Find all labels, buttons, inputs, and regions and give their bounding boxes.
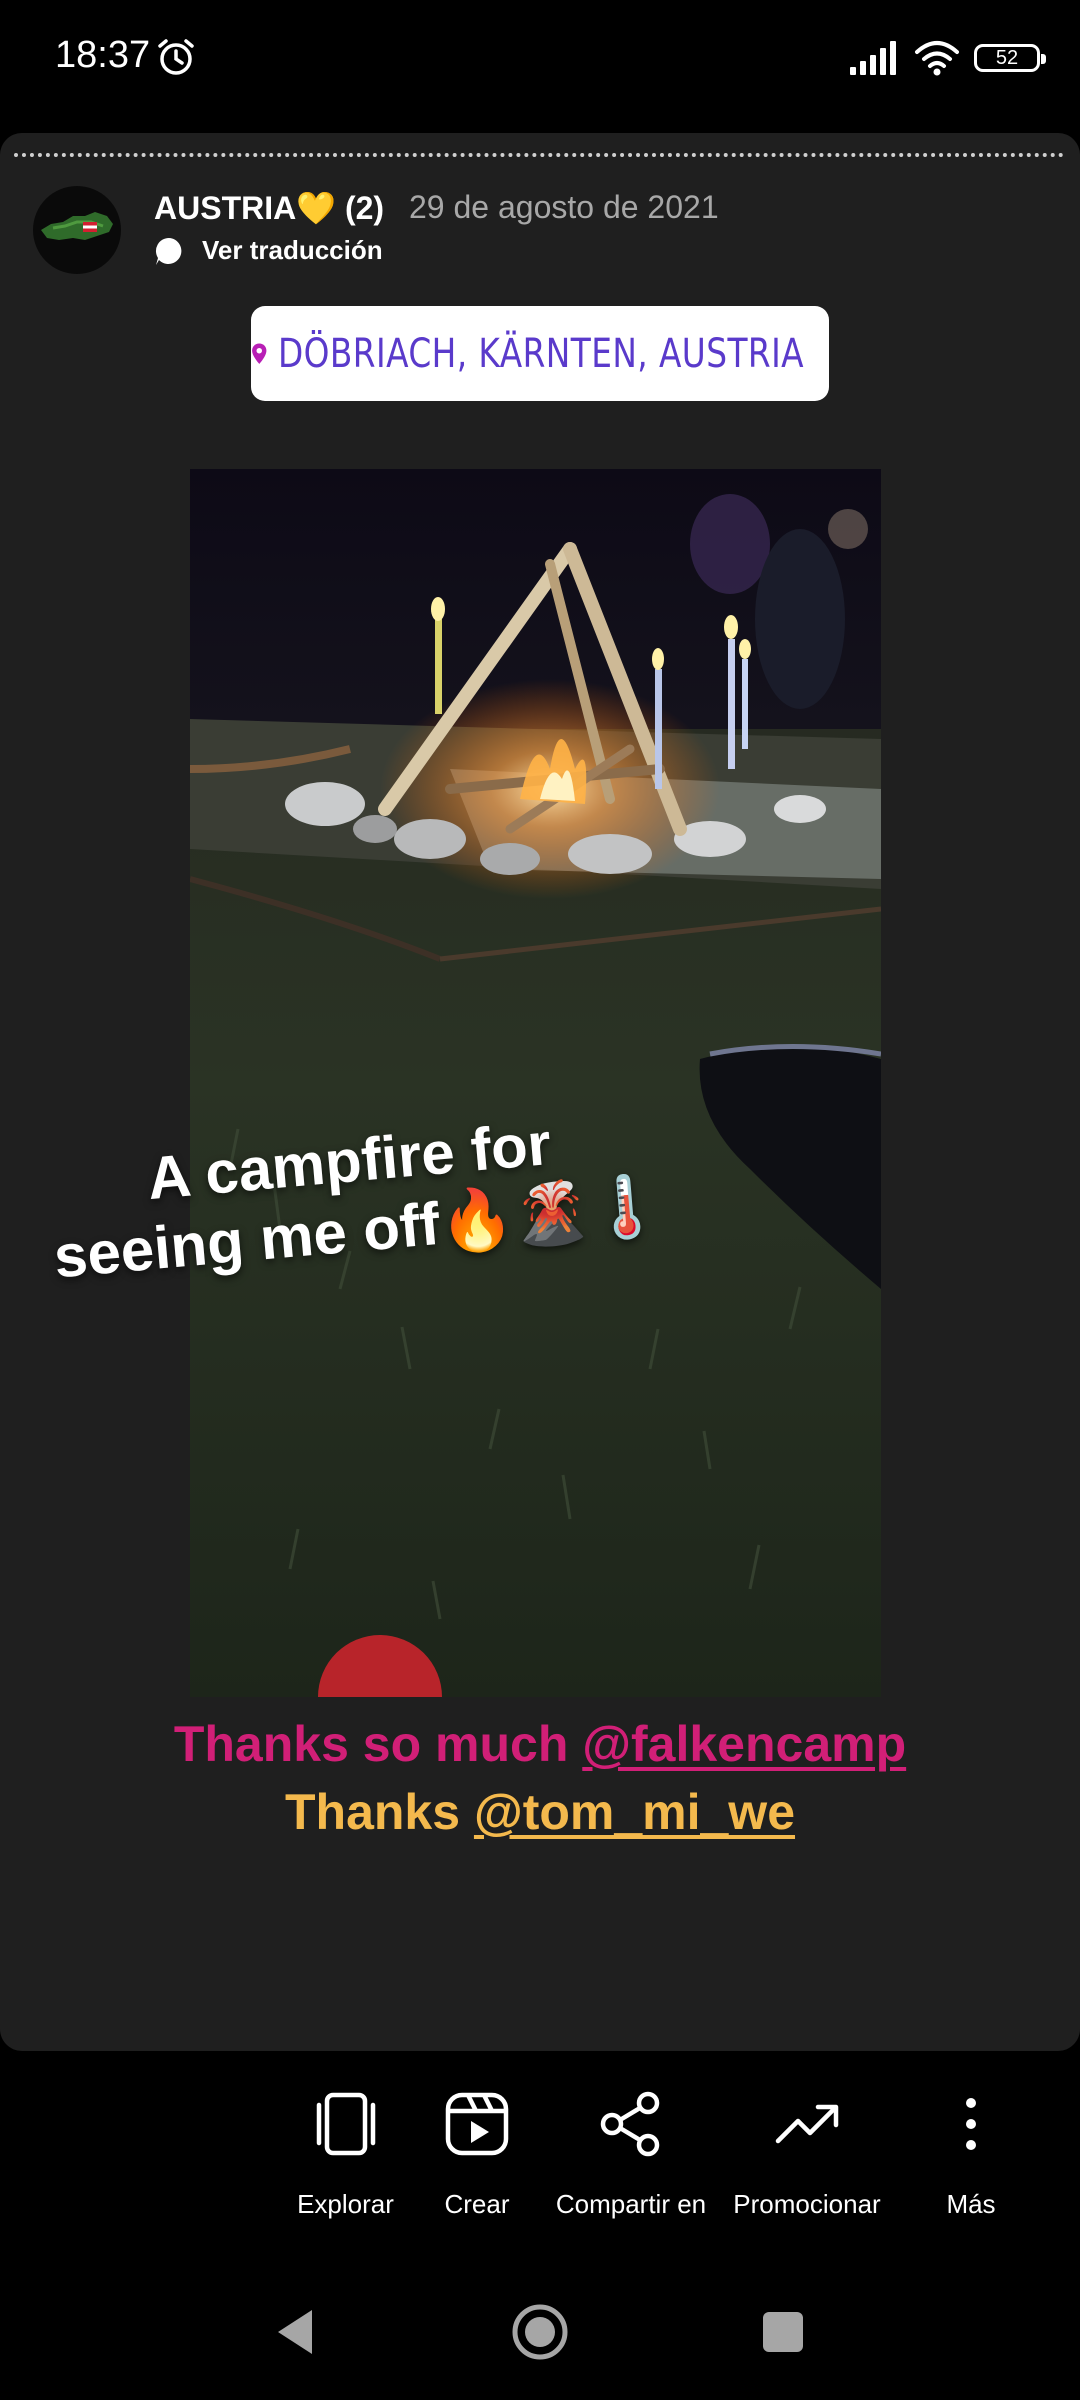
wifi-icon xyxy=(915,41,959,76)
signal-icon xyxy=(850,41,896,75)
campfire-photo xyxy=(190,469,881,1697)
more-icon xyxy=(966,2098,976,2150)
trending-icon xyxy=(775,2104,839,2144)
caption-line-1: Thanks so much @falkencamp xyxy=(0,1715,1080,1773)
action-bar: Explorar Crear Compartir en Promocionar … xyxy=(0,2055,1080,2235)
share-button[interactable]: Compartir en xyxy=(554,2089,708,2220)
status-bar: 18:37 52 xyxy=(0,0,1080,120)
mention-tom-mi-we[interactable]: @tom_mi_we xyxy=(474,1784,795,1840)
avatar[interactable] xyxy=(33,186,121,274)
chat-bubble-icon xyxy=(155,237,182,265)
more-button[interactable]: Más xyxy=(936,2089,1006,2220)
location-sticker[interactable]: DÖBRIACH, KÄRNTEN, AUSTRIA xyxy=(251,306,829,401)
recents-icon[interactable] xyxy=(763,2312,803,2352)
battery-icon: 52 xyxy=(974,44,1046,72)
explore-icon xyxy=(316,2092,375,2156)
create-button[interactable]: Crear xyxy=(433,2089,521,2220)
home-icon[interactable] xyxy=(510,2302,570,2362)
more-label: Más xyxy=(946,2189,996,2219)
system-navigation-bar xyxy=(0,2270,1080,2400)
story-date: 29 de agosto de 2021 xyxy=(409,189,719,225)
austria-map-icon xyxy=(41,212,113,240)
translate-button[interactable]: Ver traducción xyxy=(154,235,383,266)
story-progress-bar xyxy=(14,153,1064,157)
location-pin-icon xyxy=(252,343,267,364)
explore-button[interactable]: Explorar xyxy=(288,2089,403,2220)
alarm-icon xyxy=(158,39,194,75)
create-icon xyxy=(445,2092,509,2156)
status-icons: 52 xyxy=(850,36,1046,80)
promote-label: Promocionar xyxy=(733,2189,881,2219)
share-label: Compartir en xyxy=(555,2189,707,2219)
story-photo xyxy=(190,469,881,1697)
status-time: 18:37 xyxy=(55,34,151,76)
share-icon xyxy=(600,2091,660,2157)
back-icon[interactable] xyxy=(272,2306,318,2358)
mention-falkencamp[interactable]: @falkencamp xyxy=(582,1716,906,1772)
caption-2-prefix: Thanks xyxy=(284,1784,474,1840)
story-card[interactable]: AUSTRIA💛 (2) 29 de agosto de 2021 Ver tr… xyxy=(0,133,1080,2051)
explore-label: Explorar xyxy=(297,2189,394,2219)
battery-level: 52 xyxy=(995,46,1019,69)
translate-label: Ver traducción xyxy=(202,235,383,265)
caption-1-prefix: Thanks so much xyxy=(173,1716,583,1772)
location-text: DÖBRIACH, KÄRNTEN, AUSTRIA xyxy=(277,330,804,377)
story-username[interactable]: AUSTRIA💛 (2) xyxy=(154,189,384,227)
promote-button[interactable]: Promocionar xyxy=(730,2089,884,2220)
create-label: Crear xyxy=(444,2189,510,2219)
caption-line-2: Thanks @tom_mi_we xyxy=(0,1783,1080,1841)
